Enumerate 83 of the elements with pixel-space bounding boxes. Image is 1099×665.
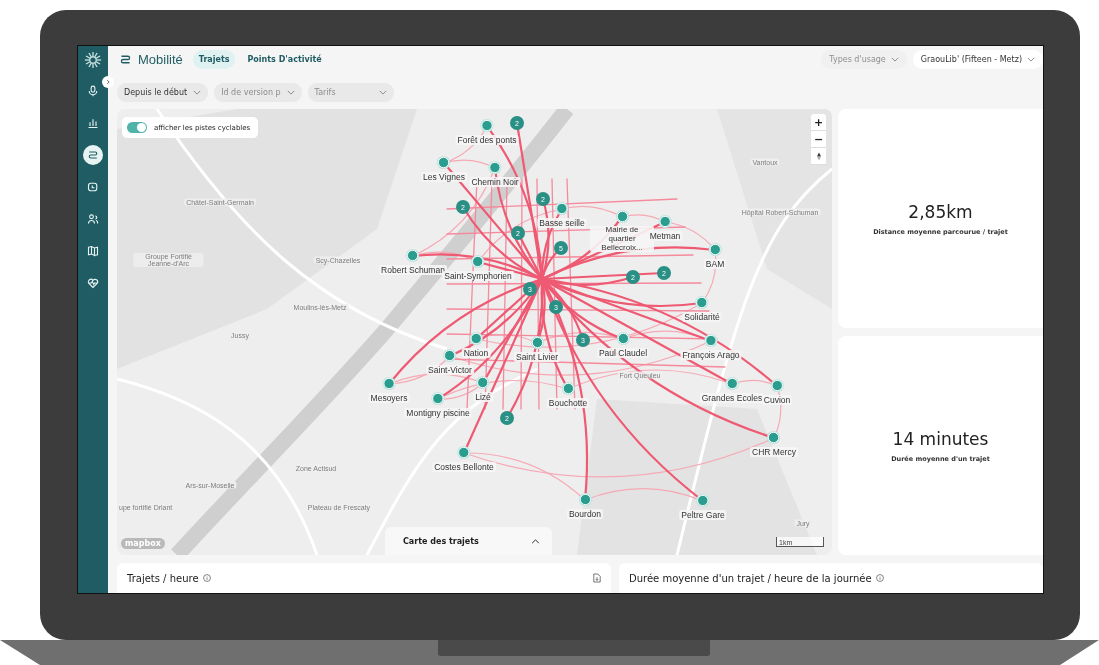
heart-pulse-icon bbox=[87, 277, 99, 289]
station-label: François Arago bbox=[680, 350, 742, 360]
station-pin-icon[interactable] bbox=[560, 381, 576, 396]
station-pin-icon[interactable] bbox=[694, 295, 710, 310]
station-pin-icon[interactable] bbox=[479, 118, 495, 133]
route-icon bbox=[87, 149, 99, 161]
compass-icon bbox=[816, 151, 821, 161]
station-label: Bourdon bbox=[566, 509, 604, 519]
station-label: Saint-Victor bbox=[426, 365, 474, 375]
chevron-right-icon bbox=[105, 79, 111, 85]
station-pin-icon[interactable] bbox=[554, 201, 570, 216]
station-pin-icon[interactable] bbox=[657, 214, 673, 229]
station-label: Grandes Ecoles bbox=[699, 393, 765, 403]
people-icon bbox=[87, 213, 99, 225]
station-pin-icon[interactable] bbox=[442, 348, 458, 363]
station-label: Chemin Noir bbox=[469, 177, 521, 187]
station-pin-icon[interactable] bbox=[703, 333, 719, 348]
station-pin-icon[interactable] bbox=[468, 331, 484, 346]
caret-up-icon bbox=[531, 538, 540, 544]
station-label: Solidarité bbox=[682, 312, 722, 322]
info-icon[interactable] bbox=[202, 574, 211, 582]
card-title: Durée moyenne d'un trajet / heure de la journée bbox=[629, 572, 872, 584]
station-pin-icon[interactable] bbox=[769, 378, 785, 393]
station-pin-icon[interactable] bbox=[456, 445, 472, 460]
zoom-out-button[interactable]: − bbox=[811, 131, 826, 148]
station-label: Nation bbox=[461, 348, 491, 358]
station-label: Bouchotte bbox=[546, 398, 590, 408]
sunburst-logo-icon bbox=[84, 51, 102, 69]
station-label: CHR Mercy bbox=[750, 447, 798, 457]
station-label: BAM bbox=[703, 259, 727, 269]
chevron-down-icon bbox=[890, 57, 899, 63]
station-pin-icon[interactable] bbox=[724, 376, 740, 391]
file-download-icon[interactable] bbox=[593, 573, 601, 583]
map-icon bbox=[87, 245, 99, 257]
filter-dropdown[interactable]: Depuis le début bbox=[117, 83, 209, 102]
sidebar-nav-item[interactable] bbox=[83, 145, 103, 165]
station-pin-icon[interactable] bbox=[430, 391, 446, 406]
tab[interactable]: Trajets bbox=[192, 50, 236, 70]
station-pin-icon[interactable] bbox=[529, 335, 545, 350]
microphone-icon bbox=[87, 85, 99, 97]
stat-value: 2,85km bbox=[908, 201, 973, 222]
station-label: Forêt des ponts bbox=[455, 135, 519, 145]
station-pin-icon[interactable] bbox=[766, 430, 782, 445]
station-pin-icon[interactable] bbox=[436, 155, 452, 170]
station-pin-icon[interactable] bbox=[615, 331, 631, 346]
station-pin-icon[interactable] bbox=[475, 375, 491, 390]
mapbox-attribution: mapbox bbox=[121, 538, 165, 549]
bar-chart-icon bbox=[87, 117, 99, 129]
clock-icon bbox=[87, 181, 99, 193]
expand-sidebar-button[interactable] bbox=[102, 76, 114, 88]
station-pin-icon[interactable] bbox=[695, 493, 711, 508]
chevron-down-icon bbox=[193, 90, 202, 96]
station-label: Mesoyers bbox=[368, 393, 410, 403]
dropdown[interactable]: GraouLib' (Fifteen - Metz) bbox=[912, 50, 1043, 70]
stat-value: 14 minutes bbox=[892, 428, 989, 449]
station-label: Saint-Symphorien bbox=[442, 271, 514, 281]
station-pin-icon[interactable] bbox=[614, 209, 630, 224]
station-label: Basse seille bbox=[537, 218, 587, 228]
chevron-down-icon bbox=[378, 90, 387, 96]
station-label: Cuvion bbox=[761, 395, 793, 405]
page-title: Mobilité bbox=[138, 52, 183, 68]
chevron-down-icon bbox=[1027, 57, 1035, 63]
station-pin-icon[interactable] bbox=[487, 160, 503, 175]
info-icon[interactable] bbox=[875, 574, 884, 582]
station-pin-icon[interactable] bbox=[405, 248, 421, 263]
station-label: Metman bbox=[647, 231, 683, 241]
station-label: Les Vignes bbox=[421, 172, 467, 182]
station-label: Lizé bbox=[473, 392, 493, 402]
card-title: Trajets / heure bbox=[127, 572, 199, 584]
station-pin-icon[interactable] bbox=[707, 242, 723, 257]
station-label: Paul Claudel bbox=[596, 348, 650, 358]
tab[interactable]: Points D'activité bbox=[241, 50, 328, 70]
station-pin-icon[interactable] bbox=[470, 254, 486, 269]
station-pin-icon[interactable] bbox=[577, 492, 593, 507]
station-label: Montigny piscine bbox=[404, 408, 472, 418]
map-panel-tab[interactable]: Carte des trajets bbox=[385, 527, 552, 555]
station-label: Peltre Gare bbox=[679, 510, 727, 520]
station-label: Costes Bellonte bbox=[432, 462, 496, 472]
station-label: Saint Livier bbox=[513, 352, 561, 362]
zoom-in-button[interactable]: + bbox=[811, 114, 826, 131]
chevron-down-icon bbox=[286, 90, 295, 96]
station-pin-icon[interactable] bbox=[381, 376, 397, 391]
toggle-switch[interactable] bbox=[127, 122, 147, 133]
